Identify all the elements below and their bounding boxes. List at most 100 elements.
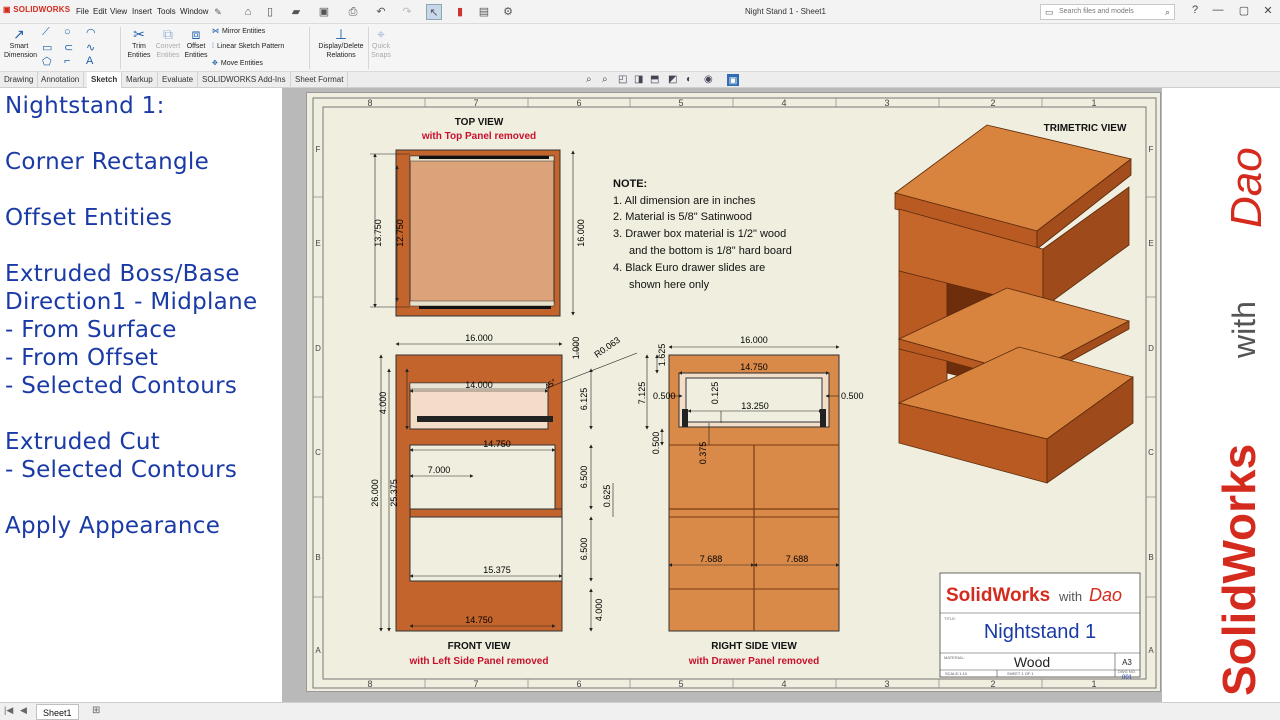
- select-cursor-icon[interactable]: ↖: [426, 4, 442, 20]
- file-properties-icon[interactable]: ▤: [476, 4, 492, 20]
- menu-tools[interactable]: Tools: [157, 7, 176, 16]
- linear-sketch-pattern-button[interactable]: ⁞ Linear Sketch Pattern: [212, 43, 284, 50]
- tab-evaluate[interactable]: Evaluate: [158, 72, 199, 88]
- tab-sheet-format[interactable]: Sheet Format: [291, 72, 349, 88]
- ribbon-separator: [120, 27, 121, 69]
- prev-sheet-icon[interactable]: ◀: [20, 705, 27, 716]
- circle-icon[interactable]: ○: [64, 26, 71, 38]
- tab-drawing[interactable]: Drawing: [0, 72, 39, 88]
- col-label: 3: [884, 98, 889, 108]
- display-delete-relations-button[interactable]: ⊥ Display/Delete Relations: [313, 26, 369, 60]
- print-icon[interactable]: ⎙: [345, 4, 361, 20]
- tab-markup[interactable]: Markup: [122, 72, 158, 88]
- menu-view[interactable]: View: [110, 7, 127, 16]
- right-dim-7125: 7.125: [637, 382, 647, 405]
- col-label: 7: [473, 679, 478, 689]
- notes-block[interactable]: NOTE: 1. All dimension are in inches 2. …: [613, 178, 792, 291]
- smart-dimension-button[interactable]: ↗ Smart Dimension: [4, 26, 37, 60]
- drawing-svg: 8 7 6 5 4 3 2 1 8 7 6 5 4 3 2 1 F E D C …: [312, 97, 1157, 689]
- new-document-icon[interactable]: ▯: [262, 4, 278, 20]
- text-sketch-icon[interactable]: A: [86, 55, 93, 67]
- right-side-view[interactable]: 16.000 14.750 1.625 7.125 0.500 0.125 13…: [637, 335, 864, 667]
- rectangle-icon[interactable]: ▭: [42, 41, 52, 54]
- first-sheet-icon[interactable]: |◀: [4, 705, 13, 716]
- menu-insert[interactable]: Insert: [132, 7, 152, 16]
- row-label: B: [315, 553, 320, 562]
- minimize-icon[interactable]: —: [1210, 4, 1226, 16]
- redo-icon[interactable]: ↷: [399, 4, 415, 20]
- slot-icon[interactable]: ⊂: [64, 41, 73, 54]
- command-manager: ↗ Smart Dimension ⟋ ○ ◠ ▭ ⊂ ∿ ⬠ ⌐ A ✂ Tr…: [0, 24, 1280, 72]
- scale: SCALE:1:10: [945, 671, 968, 676]
- help-icon[interactable]: ?: [1187, 4, 1203, 16]
- undo-icon[interactable]: ↶: [373, 4, 389, 20]
- drawing-sheet[interactable]: 8 7 6 5 4 3 2 1 8 7 6 5 4 3 2 1 F E D C …: [306, 92, 1161, 692]
- convert-icon: ⧉: [163, 26, 173, 42]
- add-sheet-icon[interactable]: ⊞: [92, 705, 100, 716]
- open-folder-icon[interactable]: ▰: [288, 4, 304, 20]
- fillet-icon[interactable]: ⌐: [64, 55, 70, 67]
- menu-edit[interactable]: Edit: [93, 7, 107, 16]
- home-icon[interactable]: ⌂: [240, 4, 256, 20]
- pin-icon[interactable]: ✎: [210, 4, 226, 20]
- relations-icon: ⊥: [334, 26, 348, 42]
- title-block[interactable]: SolidWorks with Dao TITLE: Nightstand 1 …: [939, 572, 1141, 681]
- material-label: MATERIAL:: [944, 655, 965, 660]
- step-direction-midplane: Direction1 - Midplane: [5, 289, 258, 315]
- top-dim-16000: 16.000: [576, 219, 586, 247]
- front-dim-6500b: 6.500: [579, 538, 589, 561]
- visibility-eye-icon[interactable]: ◉: [704, 74, 713, 85]
- row-label: D: [1148, 344, 1154, 353]
- col-label: 1: [1091, 679, 1096, 689]
- display-style-icon[interactable]: ◩: [668, 74, 677, 85]
- spline-icon[interactable]: ∿: [86, 41, 95, 54]
- zoom-to-area-icon[interactable]: ⌕: [602, 74, 608, 85]
- sheet-tab-sheet1[interactable]: Sheet1: [36, 704, 79, 720]
- trim-entities-button[interactable]: ✂ Trim Entities: [125, 26, 153, 60]
- section-view-icon[interactable]: ◨: [634, 74, 643, 85]
- front-view[interactable]: 16.000 14.000 14.750 7.000 15.375 14.750…: [370, 333, 638, 667]
- graphics-area[interactable]: 8 7 6 5 4 3 2 1 8 7 6 5 4 3 2 1 F E D C …: [282, 88, 1162, 702]
- right-view-title: RIGHT SIDE VIEW: [711, 641, 797, 652]
- front-dim-0625: 0.625: [602, 485, 612, 508]
- maximize-icon[interactable]: ▢: [1236, 4, 1252, 17]
- top-view[interactable]: TOP VIEW with Top Panel removed 13.750 1…: [370, 117, 586, 317]
- menu-window[interactable]: Window: [180, 7, 208, 16]
- menu-file[interactable]: File: [76, 7, 89, 16]
- close-icon[interactable]: ✕: [1260, 4, 1276, 17]
- col-label: 3: [884, 679, 889, 689]
- right-dim-0500-left: 0.500: [653, 391, 676, 401]
- mirror-entities-button[interactable]: ⋈ Mirror Entities: [212, 27, 265, 35]
- offset-entities-button[interactable]: ⧈ Offset Entities: [183, 26, 209, 60]
- convert-entities-button[interactable]: ⧉ Convert Entities: [154, 26, 182, 60]
- tab-solidworks-add-ins[interactable]: SOLIDWORKS Add-Ins: [198, 72, 291, 88]
- col-label: 4: [781, 98, 786, 108]
- search-icon[interactable]: ⌕: [1165, 5, 1170, 19]
- save-icon[interactable]: ▣: [316, 4, 332, 20]
- top-dim-13750: 13.750: [373, 219, 383, 247]
- front-dim-1000: 1.000: [571, 337, 581, 360]
- move-entities-button[interactable]: ✥ Move Entities: [212, 59, 263, 67]
- row-label: E: [1148, 239, 1153, 248]
- banner-with-text: with: [1226, 301, 1262, 359]
- quick-snaps-icon: ⌖: [377, 26, 385, 42]
- tab-annotation[interactable]: Annotation: [37, 72, 85, 88]
- note-item: shown here only: [629, 279, 710, 291]
- row-label: E: [315, 239, 320, 248]
- top-view-front-rail: [409, 300, 555, 307]
- solidworks-logo[interactable]: ▣ SOLIDWORKS: [3, 5, 70, 14]
- zoom-to-fit-icon[interactable]: ⌕: [586, 74, 592, 85]
- quick-snaps-button[interactable]: ⌖ Quick Snaps: [370, 26, 392, 60]
- polygon-icon[interactable]: ⬠: [42, 55, 52, 68]
- options-gear-icon[interactable]: ⚙: [500, 4, 516, 20]
- tab-sketch[interactable]: Sketch: [87, 72, 123, 88]
- arc-icon[interactable]: ◠: [86, 26, 96, 39]
- traffic-light-icon[interactable]: ▮: [452, 4, 468, 20]
- previous-view-icon[interactable]: ◰: [618, 74, 627, 85]
- view-orientation-icon[interactable]: ⬒: [650, 74, 659, 85]
- line-icon[interactable]: ⟋: [42, 26, 50, 39]
- trimetric-view[interactable]: TRIMETRIC VIEW: [894, 123, 1134, 484]
- view-settings-icon[interactable]: ▣: [727, 74, 739, 86]
- hide-show-icon[interactable]: ◐: [686, 74, 692, 85]
- search-field[interactable]: ▭ Search files and models ⌕: [1040, 4, 1175, 20]
